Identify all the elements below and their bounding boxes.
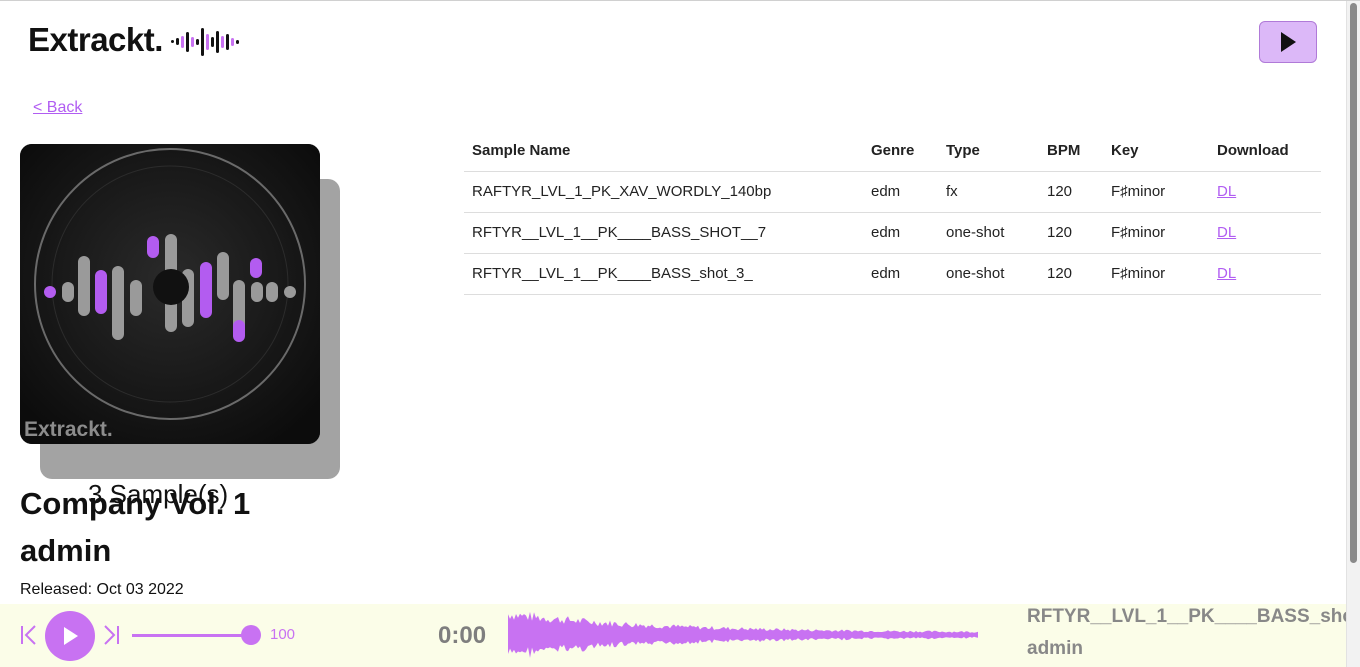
col-genre: Genre bbox=[863, 131, 938, 172]
play-icon bbox=[1281, 32, 1296, 52]
skip-previous-icon[interactable] bbox=[20, 624, 38, 646]
sample-bpm: 120 bbox=[1039, 171, 1103, 213]
download-cell: DL bbox=[1209, 212, 1321, 254]
table-row[interactable]: RFTYR__LVL_1__PK____BASS_shot_3_ edm one… bbox=[464, 253, 1321, 295]
cover-watermark: Extrackt. bbox=[24, 418, 113, 441]
col-download: Download bbox=[1209, 131, 1321, 172]
sample-type: fx bbox=[938, 171, 1039, 213]
album-card: 3 Sample(s) Extrackt. bbox=[20, 144, 342, 509]
elapsed-time: 0:00 bbox=[438, 622, 487, 649]
download-link[interactable]: DL bbox=[1217, 183, 1236, 200]
col-type: Type bbox=[938, 131, 1039, 172]
logo-text[interactable]: Extrackt. bbox=[28, 21, 163, 59]
release-date: Released: Oct 03 2022 bbox=[20, 581, 184, 598]
col-key: Key bbox=[1103, 131, 1209, 172]
waveform-shape bbox=[508, 611, 978, 658]
player-play-button[interactable] bbox=[45, 611, 95, 661]
now-playing-artist: admin bbox=[1027, 638, 1083, 659]
download-cell: DL bbox=[1209, 171, 1321, 213]
sample-genre: edm bbox=[863, 171, 938, 213]
table-row[interactable]: RAFTYR_LVL_1_PK_XAV_WORDLY_140bp edm fx … bbox=[464, 171, 1321, 213]
back-link[interactable]: < Back bbox=[33, 99, 82, 117]
audio-player: 100 0:00 RFTYR__LVL_1__PK____BASS_shot_3… bbox=[0, 604, 1346, 667]
col-sample-name: Sample Name bbox=[464, 131, 863, 172]
skip-next-icon[interactable] bbox=[102, 624, 120, 646]
download-cell: DL bbox=[1209, 253, 1321, 295]
play-all-button[interactable] bbox=[1259, 21, 1317, 63]
table-header-row: Sample Name Genre Type BPM Key Download bbox=[464, 131, 1321, 172]
sample-name[interactable]: RFTYR__LVL_1__PK____BASS_SHOT__7 bbox=[464, 212, 863, 254]
track-waveform[interactable] bbox=[508, 607, 978, 663]
sample-key: F♯minor bbox=[1103, 171, 1209, 213]
col-bpm: BPM bbox=[1039, 131, 1103, 172]
play-icon bbox=[64, 627, 78, 645]
sample-genre: edm bbox=[863, 253, 938, 295]
sample-name[interactable]: RFTYR__LVL_1__PK____BASS_shot_3_ bbox=[464, 253, 863, 295]
album-artist[interactable]: admin bbox=[20, 533, 111, 569]
download-link[interactable]: DL bbox=[1217, 224, 1236, 241]
volume-slider-track[interactable] bbox=[132, 634, 252, 637]
sample-key: F♯minor bbox=[1103, 253, 1209, 295]
page-scrollbar[interactable] bbox=[1346, 1, 1360, 667]
sample-type: one-shot bbox=[938, 212, 1039, 254]
waveform-logo-icon bbox=[171, 28, 239, 56]
album-cover-art bbox=[20, 144, 320, 444]
sample-key: F♯minor bbox=[1103, 212, 1209, 254]
samples-table: Sample Name Genre Type BPM Key Download … bbox=[464, 131, 1321, 295]
sample-bpm: 120 bbox=[1039, 253, 1103, 295]
now-playing-title: RFTYR__LVL_1__PK____BASS_shot_3_ bbox=[1027, 606, 1346, 627]
table-row[interactable]: RFTYR__LVL_1__PK____BASS_SHOT__7 edm one… bbox=[464, 212, 1321, 254]
album-cover[interactable]: Extrackt. bbox=[20, 144, 320, 444]
volume-slider-handle[interactable] bbox=[241, 625, 261, 645]
download-link[interactable]: DL bbox=[1217, 265, 1236, 282]
sample-genre: edm bbox=[863, 212, 938, 254]
album-title: Company Vol. 1 bbox=[20, 486, 251, 521]
app-page: Extrackt. < Back 3 Sample(s) Extrackt. C… bbox=[0, 0, 1360, 667]
sample-name[interactable]: RAFTYR_LVL_1_PK_XAV_WORDLY_140bp bbox=[464, 171, 863, 213]
sample-bpm: 120 bbox=[1039, 212, 1103, 254]
volume-value: 100 bbox=[270, 626, 296, 643]
sample-type: one-shot bbox=[938, 253, 1039, 295]
scrollbar-thumb[interactable] bbox=[1350, 3, 1357, 563]
header: Extrackt. bbox=[0, 1, 1346, 81]
